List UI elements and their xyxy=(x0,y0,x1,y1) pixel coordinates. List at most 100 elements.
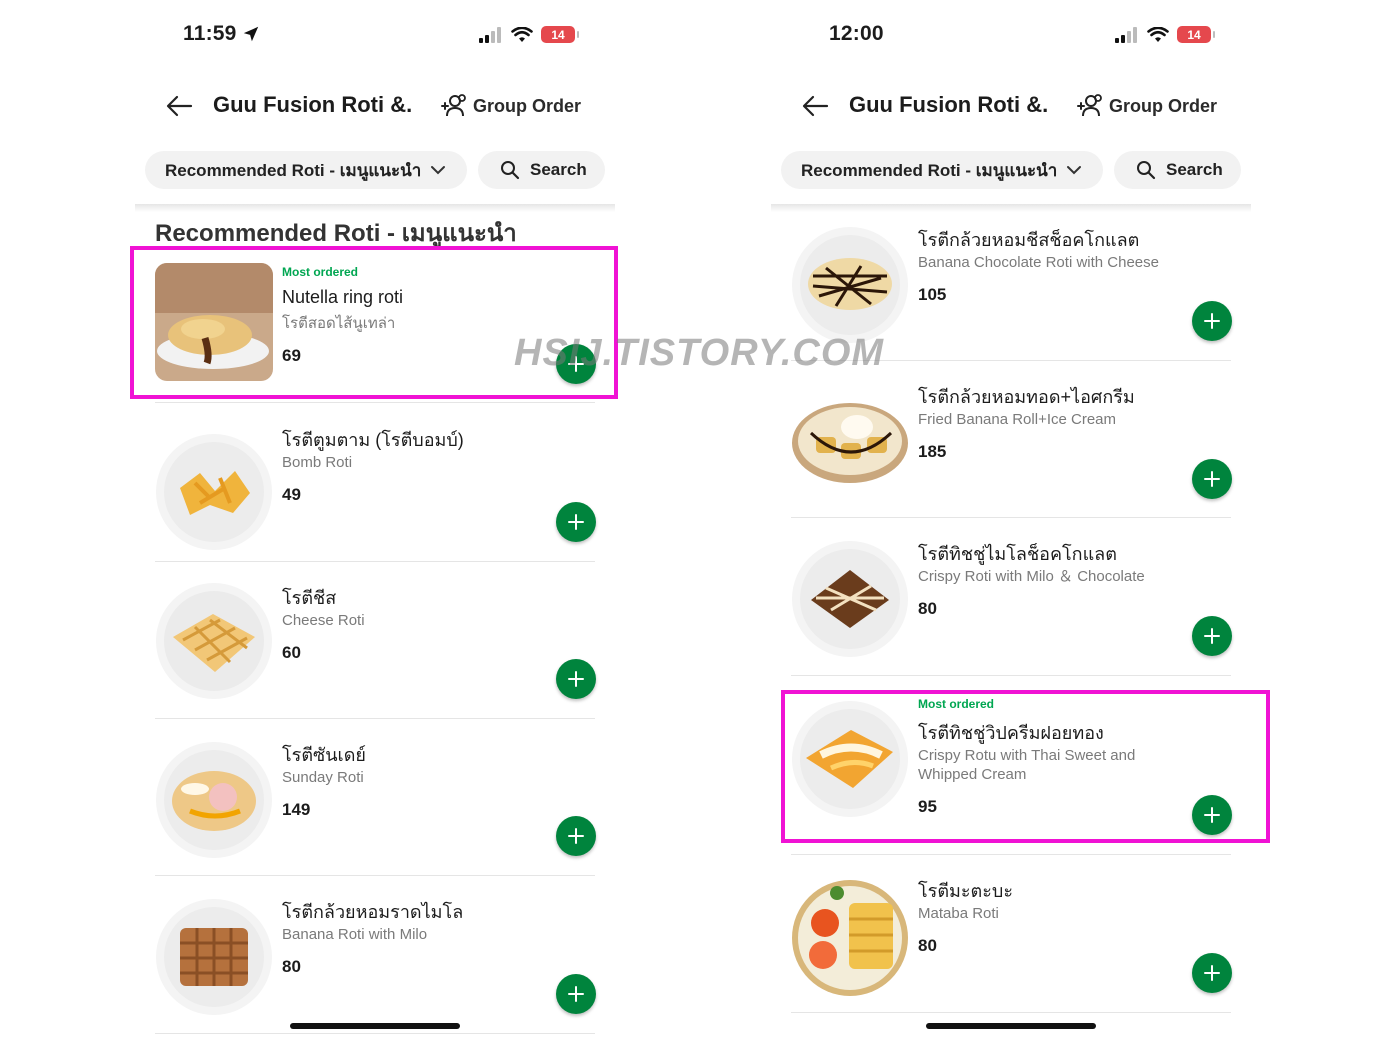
menu-item[interactable]: Most ordered Nutella ring roti โรตีสอดไส… xyxy=(155,255,596,403)
item-subname: Banana Chocolate Roti with Cheese xyxy=(918,254,1159,271)
item-price: 60 xyxy=(282,643,301,662)
most-ordered-badge: Most ordered xyxy=(918,697,995,711)
group-order-icon xyxy=(1077,94,1102,117)
plus-icon xyxy=(568,514,584,530)
app-header: Guu Fusion Roti &... Group Order xyxy=(771,84,1251,128)
menu-item[interactable]: Most ordered โรตีทิชชู่วิปครีมฝอยทอง Cri… xyxy=(791,676,1232,855)
menu-item[interactable]: โรตีทิชชู่ไมโลช็อคโกแลต Crispy Roti with… xyxy=(791,518,1232,676)
status-icons: 14 xyxy=(1115,26,1215,43)
item-subname: Crispy Roti with Milo ＆ Chocolate xyxy=(918,568,1145,585)
item-name: โรตีตูมตาม (โรตีบอมบ์) xyxy=(282,430,464,450)
item-price: 80 xyxy=(282,957,301,976)
search-label: Search xyxy=(530,160,587,179)
menu-item[interactable]: โรตีมะตะบะ Mataba Roti 80 xyxy=(791,855,1232,1013)
plus-icon xyxy=(568,828,584,844)
item-divider xyxy=(791,1012,1231,1013)
item-price: 80 xyxy=(918,599,937,618)
item-subname: Banana Roti with Milo xyxy=(282,926,428,943)
item-photo xyxy=(791,226,909,344)
wifi-icon xyxy=(1147,26,1169,42)
item-name: โรตีกล้วยหอมชีสช็อคโกแลต xyxy=(918,230,1140,250)
back-arrow-icon[interactable] xyxy=(165,94,193,118)
add-item-button[interactable] xyxy=(1192,616,1232,656)
add-item-button[interactable] xyxy=(1192,795,1232,835)
cellular-signal-icon xyxy=(479,26,501,43)
menu-item[interactable]: โรตีกล้วยหอมราดไมโล Banana Roti with Mil… xyxy=(155,876,596,1034)
battery-indicator: 14 xyxy=(541,26,579,43)
item-subname: Crispy Rotu with Thai Sweet and Whipped … xyxy=(918,747,1136,783)
add-item-button[interactable] xyxy=(1192,301,1232,341)
item-name: โรตีมะตะบะ xyxy=(918,881,1014,901)
item-name: โรตีกล้วยหอมราดไมโล xyxy=(282,902,464,922)
add-item-button[interactable] xyxy=(556,502,596,542)
plus-icon xyxy=(1204,313,1220,329)
group-order-button[interactable]: Group Order xyxy=(1075,92,1217,120)
item-photo xyxy=(155,582,273,700)
item-photo xyxy=(791,381,909,499)
item-divider xyxy=(155,1033,595,1034)
item-price: 185 xyxy=(918,442,947,461)
menu-item[interactable]: โรตีกล้วยหอมทอด+ไอศกรีม Fried Banana Rol… xyxy=(791,361,1232,518)
location-arrow-icon xyxy=(243,26,258,42)
plus-icon xyxy=(1204,807,1220,823)
item-photo xyxy=(155,741,273,859)
chevron-down-icon xyxy=(1067,166,1081,175)
menu-item[interactable]: โรตีตูมตาม (โรตีบอมบ์) Bomb Roti 49 xyxy=(155,403,596,562)
status-time: 12:00 xyxy=(829,22,884,45)
menu-item[interactable]: โรตีชีส Cheese Roti 60 xyxy=(155,562,596,719)
add-item-button[interactable] xyxy=(1192,953,1232,993)
battery-indicator: 14 xyxy=(1177,26,1215,43)
app-header: Guu Fusion Roti &... Group Order xyxy=(135,84,615,128)
add-item-button[interactable] xyxy=(556,816,596,856)
item-photo xyxy=(791,540,909,658)
plus-icon xyxy=(568,671,584,687)
plus-icon xyxy=(1204,628,1220,644)
item-subname: Sunday Roti xyxy=(282,769,364,786)
home-indicator xyxy=(926,1023,1096,1029)
item-name: โรตีทิชชู่วิปครีมฝอยทอง xyxy=(918,723,1104,743)
right-phone-screen: 12:00 14 Guu Fusion Roti &... Group Orde… xyxy=(771,0,1251,1040)
item-price: 69 xyxy=(282,346,301,365)
item-subname: Mataba Roti xyxy=(918,905,999,922)
search-button[interactable]: Search xyxy=(1114,151,1241,189)
item-subname: โรตีสอดไส้นูเทล่า xyxy=(282,315,396,332)
search-icon xyxy=(501,161,520,180)
category-dropdown[interactable]: Recommended Roti - เมนูแนะนำ xyxy=(145,151,467,189)
chevron-down-icon xyxy=(431,166,445,175)
watermark: HSIJ.TISTORY.COM xyxy=(514,332,885,374)
item-photo xyxy=(791,879,909,997)
add-item-button[interactable] xyxy=(556,659,596,699)
cellular-signal-icon xyxy=(1115,26,1137,43)
item-price: 95 xyxy=(918,797,937,816)
group-order-label: Group Order xyxy=(473,95,582,116)
item-subname: Fried Banana Roll+Ice Cream xyxy=(918,411,1117,428)
search-button[interactable]: Search xyxy=(478,151,605,189)
item-price: 80 xyxy=(918,936,937,955)
plus-icon xyxy=(1204,471,1220,487)
item-photo xyxy=(155,433,273,551)
item-subname: Cheese Roti xyxy=(282,612,365,629)
category-dropdown[interactable]: Recommended Roti - เมนูแนะนำ xyxy=(781,151,1103,189)
add-item-button[interactable] xyxy=(1192,459,1232,499)
menu-item[interactable]: โรตีซันเดย์ Sunday Roti 149 xyxy=(155,719,596,876)
store-title: Guu Fusion Roti &... xyxy=(849,92,1049,117)
store-title: Guu Fusion Roti &... xyxy=(213,92,413,117)
item-price: 49 xyxy=(282,485,301,504)
group-order-label: Group Order xyxy=(1109,95,1218,116)
item-photo xyxy=(155,263,273,381)
group-order-button[interactable]: Group Order xyxy=(439,92,581,120)
status-time: 11:59 xyxy=(183,22,260,46)
item-name: โรตีซันเดย์ xyxy=(282,745,366,765)
search-icon xyxy=(1137,161,1156,180)
back-arrow-icon[interactable] xyxy=(801,94,829,118)
item-name: โรตีชีส xyxy=(282,588,337,608)
item-name: Nutella ring roti xyxy=(282,287,404,307)
item-name: โรตีกล้วยหอมทอด+ไอศกรีม xyxy=(918,387,1135,407)
plus-icon xyxy=(1204,965,1220,981)
most-ordered-badge: Most ordered xyxy=(282,265,359,279)
search-label: Search xyxy=(1166,160,1223,179)
add-item-button[interactable] xyxy=(556,974,596,1014)
plus-icon xyxy=(568,986,584,1002)
wifi-icon xyxy=(511,26,533,42)
status-bar: 12:00 14 xyxy=(771,22,1251,52)
